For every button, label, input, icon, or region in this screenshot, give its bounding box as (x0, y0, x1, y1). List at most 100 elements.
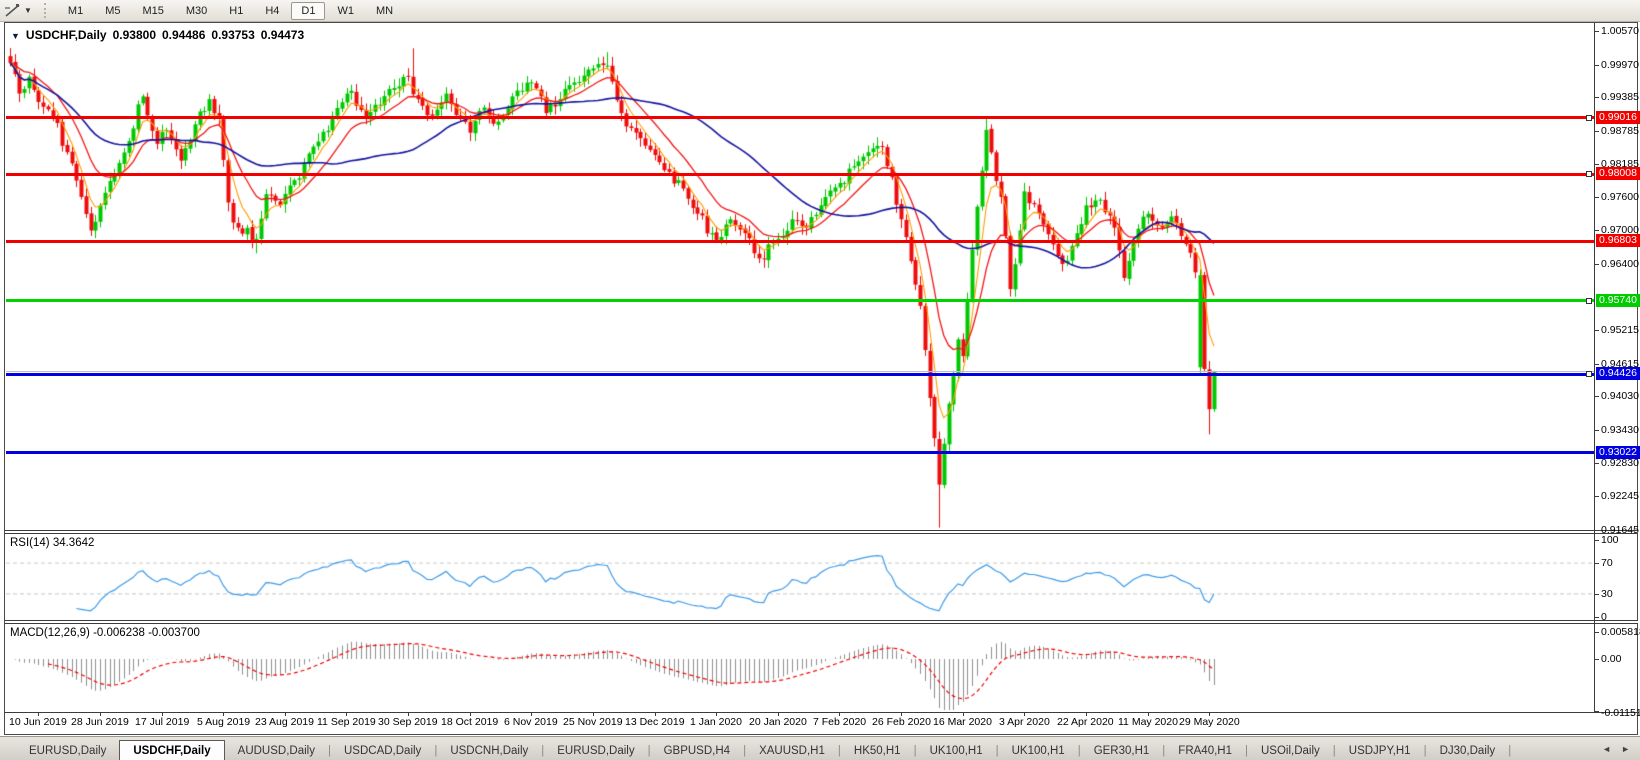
chart-tab-dj30[interactable]: DJ30,Daily (1427, 742, 1509, 760)
chart-tab-usdcnh[interactable]: USDCNH,Daily (437, 742, 541, 760)
price-tick-mark (1595, 264, 1599, 265)
price-tick-mark (1595, 197, 1599, 198)
time-tick-label: 20 Jan 2020 (749, 716, 807, 728)
chart-tab-xauusd[interactable]: XAUUSD,H1 (746, 742, 838, 760)
time-tick-label: 1 Jan 2020 (690, 716, 742, 728)
price-tick-mark (1595, 31, 1599, 32)
chart-tab-eurusd[interactable]: EURUSD,Daily (16, 742, 119, 760)
bar-high-value: 0.94486 (162, 28, 205, 42)
horizontal-line-object[interactable] (6, 173, 1594, 176)
rsi-tick-label: 70 (1601, 557, 1613, 569)
time-tick-label: 5 Aug 2019 (197, 716, 250, 728)
price-tick-mark (1595, 430, 1599, 431)
time-tick-label: 29 May 2020 (1179, 716, 1240, 728)
horizontal-line-object[interactable] (6, 116, 1594, 119)
price-line-badge: 0.93022 (1596, 446, 1640, 459)
time-tick-label: 6 Nov 2019 (504, 716, 558, 728)
panel-splitter[interactable] (5, 620, 1638, 624)
time-tick-label: 25 Nov 2019 (563, 716, 623, 728)
line-drag-handle[interactable] (1586, 371, 1592, 377)
tab-divider: | (1508, 742, 1511, 760)
time-tick-label: 3 Apr 2020 (999, 716, 1050, 728)
chart-tab-hk50[interactable]: HK50,H1 (841, 742, 914, 760)
time-tick-label: 7 Feb 2020 (813, 716, 866, 728)
tab-scroll-right-icon[interactable]: ► (1621, 744, 1630, 754)
price-tick-mark (1595, 463, 1599, 464)
rsi-tick-label: 30 (1601, 588, 1613, 600)
horizontal-line-object[interactable] (6, 299, 1594, 302)
price-tick-label: 0.97600 (1601, 191, 1639, 203)
chart-tab-usoil[interactable]: USOil,Daily (1248, 742, 1333, 760)
chart-tab-eurusd[interactable]: EURUSD,Daily (544, 742, 647, 760)
tab-scroll-left-icon[interactable]: ◄ (1602, 744, 1611, 754)
time-axis-border (5, 712, 1639, 713)
price-line-badge: 0.96803 (1596, 234, 1640, 247)
rsi-tick-mark (1595, 540, 1599, 541)
chart-collapse-caret[interactable]: ▼ (11, 31, 20, 41)
price-chart-canvas[interactable] (0, 0, 1640, 736)
chart-tab-usdchf[interactable]: USDCHF,Daily (119, 740, 224, 760)
rsi-tick-mark (1595, 617, 1599, 618)
price-tick-mark (1595, 131, 1599, 132)
current-price-line[interactable] (6, 371, 1594, 372)
line-drag-handle[interactable] (1586, 171, 1592, 177)
horizontal-line-object[interactable] (6, 451, 1594, 454)
line-drag-handle[interactable] (1586, 115, 1592, 121)
price-line-badge: 0.95740 (1596, 294, 1640, 307)
bar-open-value: 0.93800 (113, 28, 156, 42)
chart-tab-gbpusd[interactable]: GBPUSD,H4 (651, 742, 743, 760)
chart-tab-audusd[interactable]: AUDUSD,Daily (225, 742, 328, 760)
time-tick-label: 10 Jun 2019 (9, 716, 67, 728)
macd-tick-mark (1595, 711, 1599, 712)
price-line-badge: 0.94426 (1596, 367, 1640, 380)
chart-tab-usdcad[interactable]: USDCAD,Daily (331, 742, 434, 760)
macd-tick-mark (1595, 659, 1599, 660)
rsi-tick-mark (1595, 594, 1599, 595)
chart-tab-ger30[interactable]: GER30,H1 (1081, 742, 1163, 760)
price-tick-label: 0.98785 (1601, 125, 1639, 137)
price-tick-label: 0.99385 (1601, 91, 1639, 103)
time-tick-label: 16 Mar 2020 (933, 716, 992, 728)
price-tick-label: 0.93430 (1601, 424, 1639, 436)
chart-tab-fra40[interactable]: FRA40,H1 (1165, 742, 1245, 760)
time-tick-label: 13 Dec 2019 (625, 716, 685, 728)
price-tick-mark (1595, 164, 1599, 165)
panel-splitter[interactable] (5, 530, 1638, 534)
price-tick-mark (1595, 65, 1599, 66)
tab-scroll-arrows: ◄ ► (1602, 744, 1630, 754)
time-tick-label: 17 Jul 2019 (135, 716, 189, 728)
chart-tab-bar: EURUSD,DailyUSDCHF,DailyAUDUSD,Daily|USD… (0, 736, 1640, 760)
chart-tab-usdjpy[interactable]: USDJPY,H1 (1336, 742, 1424, 760)
chart-title: ▼USDCHF,Daily0.938000.944860.937530.9447… (11, 28, 304, 42)
horizontal-line-object[interactable] (6, 373, 1594, 376)
rsi-tick-mark (1595, 563, 1599, 564)
line-drag-handle[interactable] (1586, 298, 1592, 304)
price-axis-border (1594, 23, 1595, 712)
bar-close-value: 0.94473 (261, 28, 304, 42)
price-tick-mark (1595, 530, 1599, 531)
rsi-tick-label: 0 (1601, 611, 1607, 623)
price-line-badge: 0.98008 (1596, 167, 1640, 180)
price-tick-label: 0.96400 (1601, 258, 1639, 270)
chart-tab-uk100[interactable]: UK100,H1 (999, 742, 1078, 760)
mt4-terminal: ▼ M1M5M15M30H1H4D1W1MN ▼USDCHF,Daily0.93… (0, 0, 1640, 760)
price-tick-label: 1.00570 (1601, 25, 1639, 37)
macd-indicator-label: MACD(12,26,9) -0.006238 -0.003700 (10, 627, 200, 639)
time-tick-label: 28 Jun 2019 (71, 716, 129, 728)
time-tick-label: 22 Apr 2020 (1057, 716, 1114, 728)
horizontal-line-object[interactable] (6, 240, 1594, 243)
chart-tab-uk100[interactable]: UK100,H1 (917, 742, 996, 760)
price-tick-label: 0.95215 (1601, 324, 1639, 336)
macd-tick-label: -0.011514 (1601, 707, 1640, 719)
price-tick-label: 0.92245 (1601, 490, 1639, 502)
price-tick-mark (1595, 396, 1599, 397)
macd-tick-label: 0.00 (1601, 653, 1621, 665)
rsi-tick-label: 100 (1601, 534, 1619, 546)
price-tick-mark (1595, 496, 1599, 497)
macd-tick-mark (1595, 632, 1599, 633)
time-tick-label: 26 Feb 2020 (872, 716, 931, 728)
price-tick-label: 0.94030 (1601, 390, 1639, 402)
price-tick-mark (1595, 230, 1599, 231)
symbol-timeframe-label: USDCHF,Daily (26, 28, 107, 42)
macd-tick-label: 0.005818 (1601, 626, 1640, 638)
